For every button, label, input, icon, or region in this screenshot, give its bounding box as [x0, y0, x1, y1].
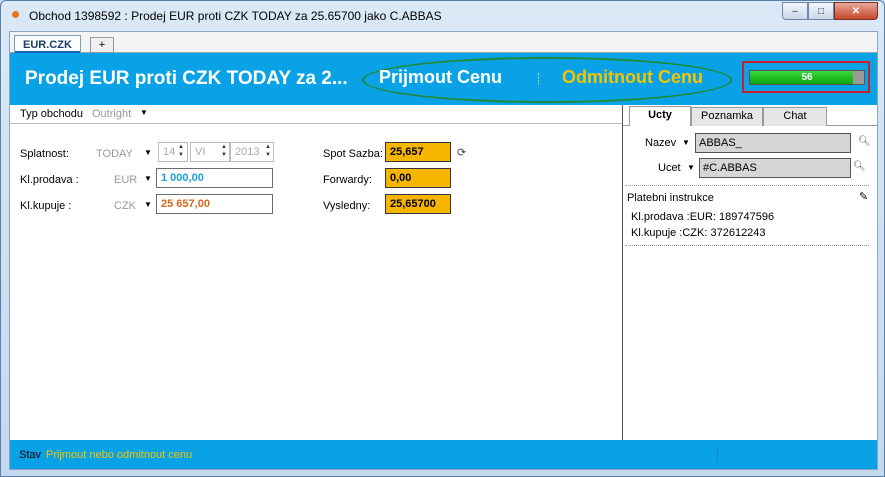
- chevron-down-icon[interactable]: ▼: [144, 148, 152, 157]
- trade-window: Obchod 1398592 : Prodej EUR proti CZK TO…: [0, 0, 885, 477]
- magnifier-icon[interactable]: 🔍︎: [858, 136, 871, 147]
- magnifier-icon[interactable]: 🔍︎: [853, 161, 866, 172]
- month-spinner[interactable]: ▲ ▼: [220, 143, 228, 161]
- quote-timer-bar: 56: [749, 70, 865, 85]
- tab-ucty[interactable]: Ucty: [629, 106, 691, 126]
- accept-price-button[interactable]: Prijmout Cenu: [379, 67, 502, 88]
- buy-amount-input[interactable]: 25 657,00: [156, 194, 273, 214]
- quote-header: Prodej EUR proti CZK TODAY za 2... Prijm…: [10, 53, 877, 105]
- chevron-down-icon[interactable]: ▼: [140, 108, 148, 117]
- spot-rate-input[interactable]: 25,657: [385, 142, 451, 162]
- sell-amount-value: 1 000,00: [161, 172, 204, 184]
- tab-poznamka[interactable]: Poznamka: [691, 107, 763, 126]
- document-tabstrip: EUR.CZK +: [10, 32, 877, 53]
- spot-rate-label: Spot Sazba:: [323, 148, 383, 160]
- close-button[interactable]: ✕: [834, 2, 878, 20]
- status-message: Prijmout nebo odmitnout cenu: [46, 449, 193, 461]
- maturity-select[interactable]: TODAY: [96, 148, 133, 160]
- chevron-down-icon[interactable]: ▼: [144, 200, 152, 209]
- payment-instructions-title: Platebni instrukce: [627, 192, 714, 204]
- quote-title: Prodej EUR proti CZK TODAY za 2...: [25, 68, 348, 89]
- timer-value: 56: [801, 72, 813, 83]
- reject-price-button[interactable]: Odmitnout Cenu: [562, 67, 703, 88]
- trade-type-label: Typ obchodu: [20, 108, 83, 120]
- result-rate-label: Vysledny:: [323, 200, 371, 212]
- content-area: EUR.CZK + Prodej EUR proti CZK TODAY za …: [9, 31, 878, 470]
- window-title: Obchod 1398592 : Prodej EUR proti CZK TO…: [29, 9, 442, 23]
- name-value: ABBAS_: [699, 137, 742, 149]
- tab-eur-czk[interactable]: EUR.CZK: [14, 35, 81, 53]
- chevron-down-icon[interactable]: ▼: [144, 174, 152, 183]
- add-tab-button[interactable]: +: [90, 37, 114, 53]
- pencil-icon[interactable]: ✎: [859, 190, 868, 203]
- buy-currency-select[interactable]: CZK: [114, 200, 136, 212]
- maturity-label: Splatnost:: [20, 148, 69, 160]
- payment-buy-account: Kl.kupuje :CZK: 372612243: [631, 227, 766, 239]
- account-label: Ucet: [658, 162, 681, 174]
- year-spinner[interactable]: ▲ ▼: [264, 143, 272, 161]
- account-value: #C.ABBAS: [703, 162, 757, 174]
- window-controls: – □ ✕: [782, 2, 878, 20]
- tab-chat[interactable]: Chat: [763, 107, 827, 126]
- divider: [625, 185, 869, 186]
- result-rate-value: 25,65700: [390, 198, 436, 210]
- sell-amount-input[interactable]: 1 000,00: [156, 168, 273, 188]
- app-icon: [12, 11, 19, 18]
- name-input[interactable]: ABBAS_: [695, 133, 851, 153]
- buy-label: Kl.kupuje :: [20, 200, 72, 212]
- year-value: 2013: [235, 146, 260, 158]
- timer-highlight: 56: [742, 61, 870, 93]
- refresh-icon[interactable]: ⟳: [457, 146, 466, 159]
- sell-currency-select[interactable]: EUR: [114, 174, 137, 186]
- sell-label: Kl.prodava :: [20, 174, 79, 186]
- maximize-button[interactable]: □: [808, 2, 834, 20]
- status-bar: Stav Prijmout nebo odmitnout cenu: [10, 440, 877, 469]
- status-label: Stav: [19, 449, 42, 461]
- trade-form: Typ obchodu Outright ▼ Splatnost: TODAY …: [10, 105, 622, 440]
- name-label: Nazev: [645, 137, 677, 149]
- result-rate-input[interactable]: 25,65700: [385, 194, 451, 214]
- spot-rate-value: 25,657: [390, 146, 424, 158]
- day-value: 14: [163, 146, 176, 158]
- divider: [625, 245, 869, 246]
- forward-label: Forwardy:: [323, 174, 372, 186]
- month-value: VI: [195, 146, 206, 158]
- day-spinner[interactable]: ▲ ▼: [177, 143, 185, 161]
- chevron-down-icon[interactable]: ▼: [682, 138, 690, 147]
- status-divider: [717, 449, 718, 460]
- client-panel: Ucty Poznamka Chat Nazev ▼ ABBAS_ 🔍︎ Uce…: [623, 105, 877, 440]
- forward-value: 0,00: [390, 172, 412, 184]
- chevron-down-icon[interactable]: ▼: [687, 163, 695, 172]
- title-bar: Obchod 1398592 : Prodej EUR proti CZK TO…: [1, 1, 884, 29]
- minimize-button[interactable]: –: [782, 2, 808, 20]
- buy-amount-value: 25 657,00: [161, 198, 210, 210]
- client-tabs: Ucty Poznamka Chat: [623, 105, 877, 126]
- divider: [10, 123, 622, 124]
- payment-sell-account: Kl.prodava :EUR: 189747596: [631, 211, 775, 223]
- forward-input[interactable]: 0,00: [385, 168, 451, 188]
- header-divider: [538, 73, 539, 85]
- trade-type-select[interactable]: Outright: [92, 108, 131, 120]
- account-input[interactable]: #C.ABBAS: [699, 158, 851, 178]
